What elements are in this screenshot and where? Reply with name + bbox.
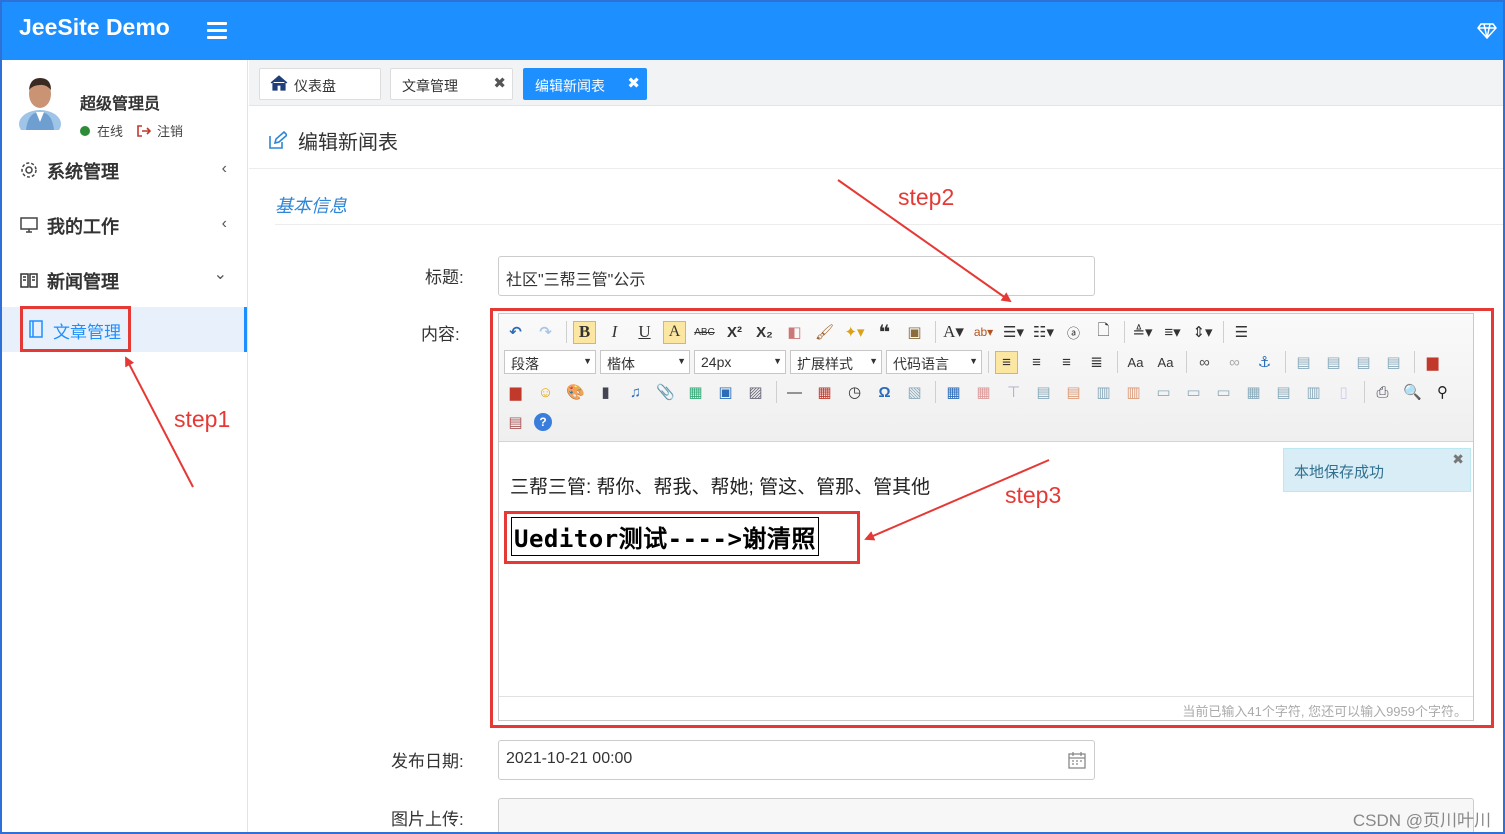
image-upload-area[interactable]	[498, 798, 1474, 832]
title-label: 标题:	[425, 268, 464, 287]
annotation-step3: step3	[1005, 482, 1062, 508]
tab-bar: 仪表盘 文章管理 ✖ 编辑新闻表 ✖	[249, 60, 1503, 106]
user-status: 在线 注销	[80, 121, 183, 140]
tab-edit-news[interactable]: 编辑新闻表 ✖	[523, 68, 647, 100]
chevron-left-icon: ‹	[221, 160, 227, 177]
sidebar-item-mywork[interactable]: 我的工作 ‹	[2, 201, 247, 249]
edit-icon	[269, 130, 287, 149]
page-title-text: 编辑新闻表	[298, 132, 398, 154]
divider	[275, 224, 1503, 225]
user-name: 超级管理员	[80, 96, 161, 113]
sidebar-item-system[interactable]: 系统管理 ‹	[2, 146, 247, 194]
annotation-box-step1	[20, 306, 131, 352]
online-dot-icon	[80, 125, 90, 136]
sidebar: 超级管理员 在线 注销 系统管理 ‹ 我的工作 ‹ 新闻管理 ⌄ 文章管理	[2, 60, 248, 832]
content-label: 内容:	[421, 325, 460, 344]
sidebar-item-label: 系统管理	[47, 162, 119, 182]
app-window: JeeSite Demo 超级管理员 在线 注销 系统管理 ‹ 我的工作 ‹ 新…	[0, 0, 1505, 834]
monitor-icon	[20, 217, 38, 233]
tab-label: 文章管理	[402, 78, 458, 94]
annotation-step1: step1	[174, 406, 231, 432]
sidebar-item-news[interactable]: 新闻管理 ⌄	[2, 256, 247, 304]
diamond-icon[interactable]	[1477, 20, 1497, 40]
tab-label: 编辑新闻表	[535, 78, 605, 94]
gear-icon	[21, 162, 37, 178]
tab-articles[interactable]: 文章管理 ✖	[390, 68, 513, 100]
calendar-icon[interactable]	[1068, 751, 1086, 769]
menu-toggle-icon[interactable]	[207, 22, 227, 39]
date-input[interactable]: 2021-10-21 00:00	[498, 740, 1095, 780]
avatar[interactable]	[18, 72, 62, 130]
image-upload-label: 图片上传:	[391, 810, 464, 829]
top-header: JeeSite Demo	[2, 2, 1503, 60]
sidebar-item-label: 新闻管理	[47, 272, 119, 292]
date-label: 发布日期:	[391, 752, 464, 771]
brand-title[interactable]: JeeSite Demo	[19, 14, 170, 41]
annotation-step2: step2	[898, 184, 955, 210]
annotation-box-step3	[504, 511, 860, 564]
chevron-down-icon: ⌄	[213, 266, 227, 283]
close-icon[interactable]: ✖	[627, 74, 640, 92]
chevron-left-icon: ‹	[221, 215, 227, 232]
close-icon[interactable]: ✖	[493, 74, 506, 92]
section-title: 基本信息	[275, 196, 347, 216]
book-icon	[20, 273, 38, 288]
watermark: CSDN @页川叶川	[1352, 811, 1491, 830]
divider	[249, 168, 1503, 169]
tab-dashboard[interactable]: 仪表盘	[259, 68, 381, 100]
sidebar-item-label: 我的工作	[47, 217, 119, 237]
logout-link[interactable]: 注销	[157, 121, 183, 140]
title-input[interactable]: 社区"三帮三管"公示	[498, 256, 1095, 296]
logout-icon[interactable]	[137, 124, 152, 137]
online-label: 在线	[97, 124, 124, 139]
page-title: 编辑新闻表	[267, 126, 398, 155]
tab-label: 仪表盘	[294, 78, 336, 94]
home-icon	[270, 75, 288, 91]
date-value: 2021-10-21 00:00	[506, 750, 633, 767]
